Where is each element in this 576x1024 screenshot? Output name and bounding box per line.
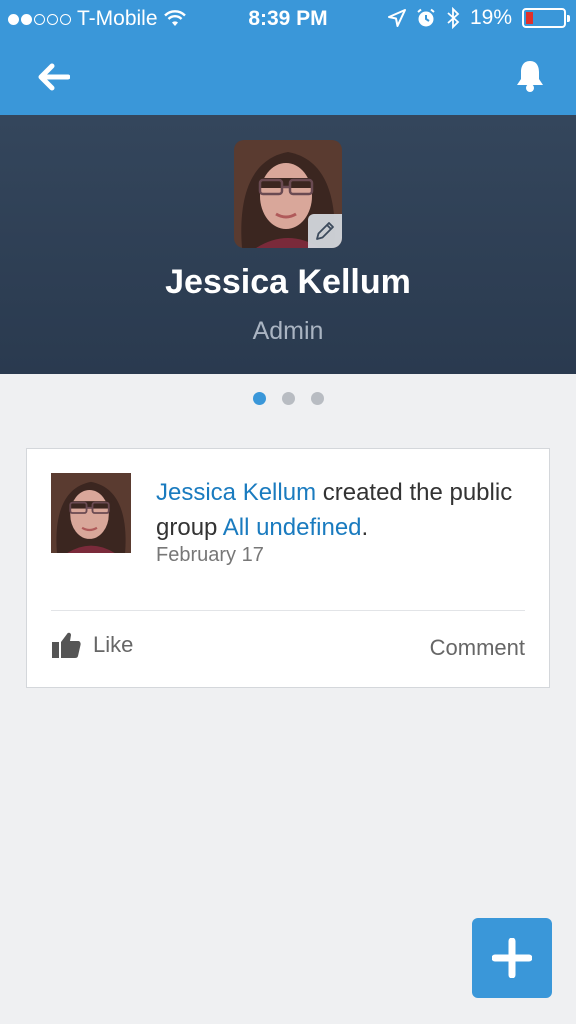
comment-button[interactable]: Comment [430, 635, 525, 661]
battery-icon [522, 8, 570, 28]
bluetooth-icon [447, 7, 460, 29]
profile-header: Jessica Kellum Admin [0, 115, 576, 374]
battery-percent: 19% [469, 6, 512, 29]
nav-bar [0, 38, 576, 115]
page-dot-2[interactable] [281, 392, 295, 405]
alarm-clock-icon [417, 8, 435, 27]
divider [51, 610, 525, 611]
status-bar: T-Mobile 8:39 PM 19% [0, 0, 576, 38]
thumbs-up-icon [52, 632, 81, 658]
profile-name: Jessica Kellum [165, 263, 411, 301]
page-dot-3[interactable] [310, 392, 324, 405]
arrow-left-icon [38, 63, 70, 91]
plus-icon [492, 938, 532, 978]
notifications-button[interactable] [508, 54, 552, 98]
activity-date: February 17 [156, 544, 264, 566]
battery-level [526, 12, 533, 24]
add-button[interactable] [472, 918, 552, 998]
status-icons: 19% [387, 6, 570, 30]
group-link[interactable]: All undefined [223, 514, 362, 541]
pencil-icon [316, 222, 334, 240]
like-label: Like [93, 632, 134, 657]
page-indicator [0, 392, 576, 405]
avatar-photo [51, 473, 131, 553]
actor-link[interactable]: Jessica Kellum [156, 479, 316, 506]
activity-card: Jessica Kellum created the public group … [26, 448, 550, 688]
avatar[interactable] [51, 473, 131, 553]
location-arrow-icon [387, 9, 406, 27]
page-dot-1[interactable] [252, 392, 266, 405]
profile-avatar[interactable] [234, 140, 342, 248]
bell-icon [517, 61, 543, 92]
activity-end: . [361, 514, 369, 541]
activity-text: Jessica Kellum created the public group … [156, 475, 526, 545]
back-button[interactable] [30, 58, 78, 96]
profile-role: Admin [252, 317, 324, 345]
like-button[interactable]: Like [51, 631, 133, 659]
edit-avatar-button[interactable] [308, 214, 342, 248]
